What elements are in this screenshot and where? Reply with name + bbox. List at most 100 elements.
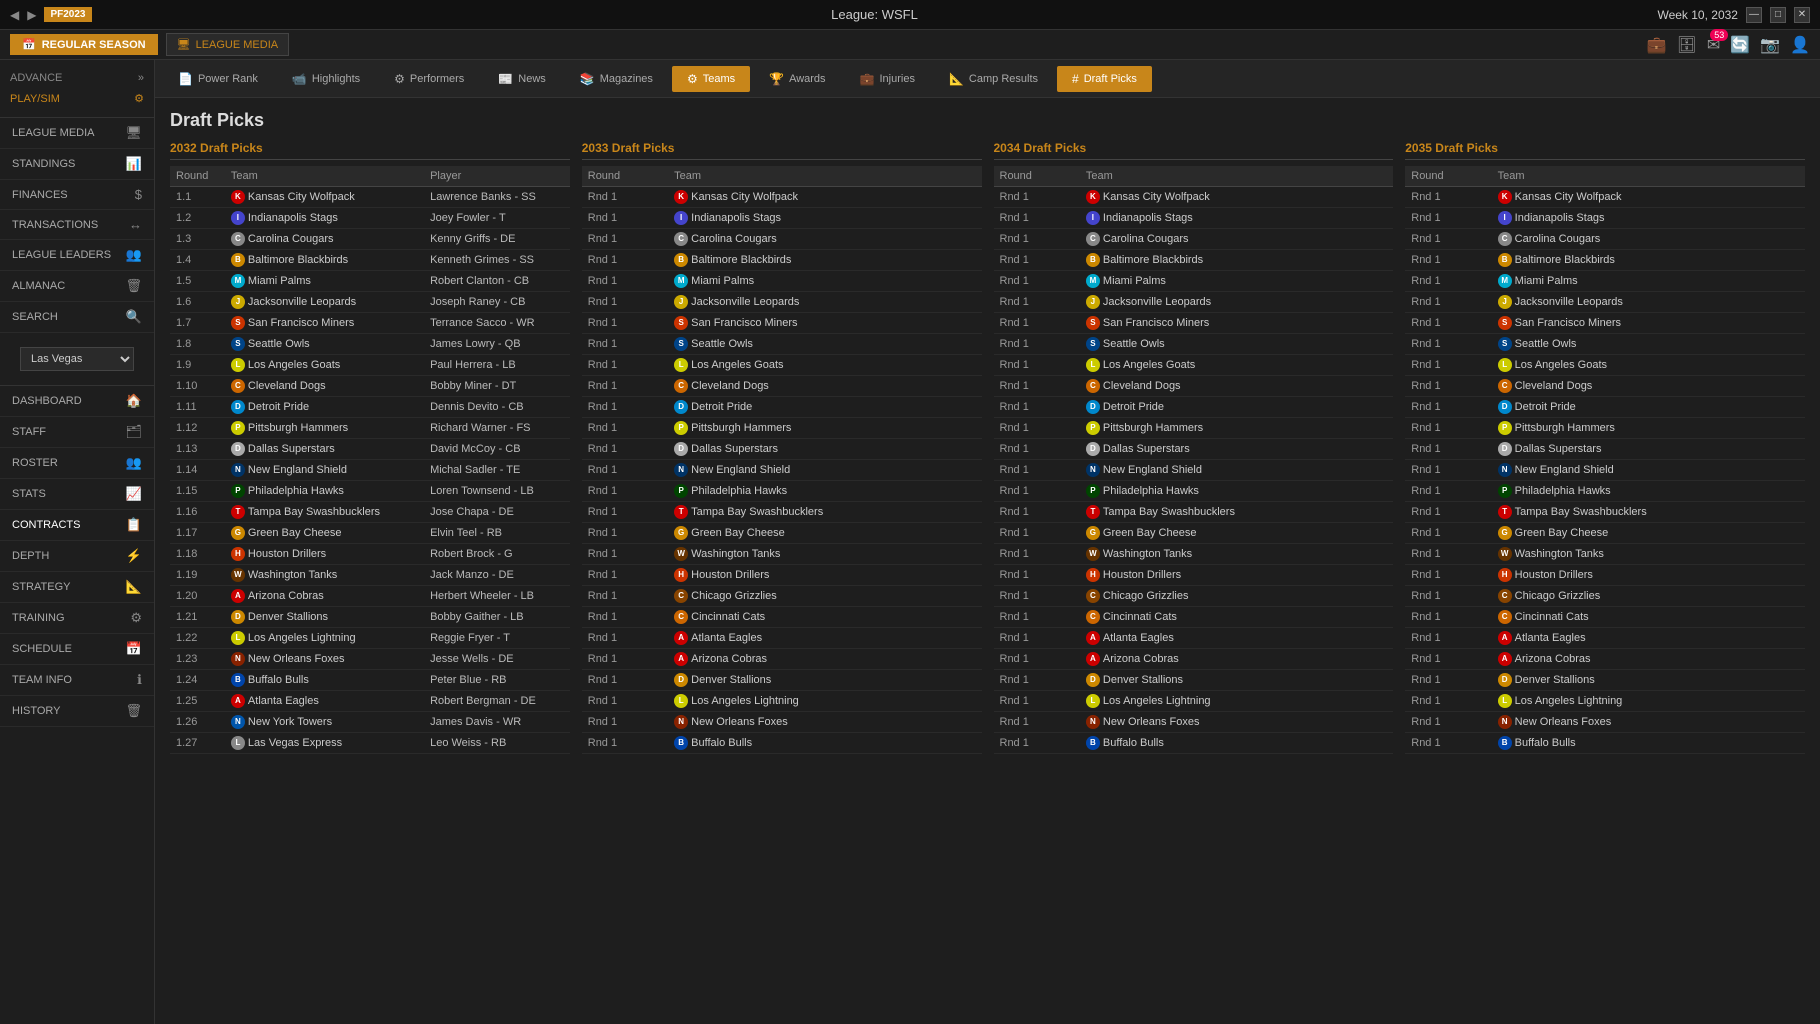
table-row[interactable]: Rnd 1CCincinnati Cats [1405,607,1805,628]
sidebar-item-standings[interactable]: STANDINGS 📊 [0,149,154,180]
tab-injuries[interactable]: 💼 Injuries [845,66,930,92]
table-row[interactable]: Rnd 1AArizona Cobras [1405,649,1805,670]
table-row[interactable]: Rnd 1KKansas City Wolfpack [582,187,982,208]
table-row[interactable]: 1.25AAtlanta EaglesRobert Bergman - DE [170,691,570,712]
table-row[interactable]: Rnd 1TTampa Bay Swashbucklers [1405,502,1805,523]
camera-icon[interactable]: 📷 [1760,35,1780,55]
table-row[interactable]: Rnd 1DDallas Superstars [994,439,1394,460]
table-row[interactable]: Rnd 1CChicago Grizzlies [1405,586,1805,607]
table-row[interactable]: Rnd 1LLos Angeles Goats [582,355,982,376]
table-row[interactable]: Rnd 1DDenver Stallions [994,670,1394,691]
table-row[interactable]: Rnd 1BBuffalo Bulls [1405,733,1805,754]
table-row[interactable]: Rnd 1CChicago Grizzlies [994,586,1394,607]
tab-teams[interactable]: ⚙ Teams [672,66,750,92]
sidebar-item-league-media[interactable]: LEAGUE MEDIA 🖥 [0,118,154,149]
table-row[interactable]: Rnd 1NNew Orleans Foxes [582,712,982,733]
table-row[interactable]: Rnd 1JJacksonville Leopards [1405,292,1805,313]
tab-camp-results[interactable]: 📐 Camp Results [934,66,1053,92]
sidebar-item-finances[interactable]: FINANCES $ [0,180,154,210]
back-icon[interactable]: ◀ [10,8,19,22]
table-row[interactable]: Rnd 1DDallas Superstars [582,439,982,460]
table-row[interactable]: 1.24BBuffalo BullsPeter Blue - RB [170,670,570,691]
table-row[interactable]: 1.16TTampa Bay SwashbucklersJose Chapa -… [170,502,570,523]
table-row[interactable]: Rnd 1AAtlanta Eagles [1405,628,1805,649]
table-row[interactable]: Rnd 1DDetroit Pride [994,397,1394,418]
table-row[interactable]: Rnd 1HHouston Drillers [582,565,982,586]
table-row[interactable]: Rnd 1SSeattle Owls [1405,334,1805,355]
table-row[interactable]: Rnd 1DDenver Stallions [582,670,982,691]
close-button[interactable]: ✕ [1794,7,1810,23]
table-row[interactable]: Rnd 1IIndianapolis Stags [582,208,982,229]
table-row[interactable]: Rnd 1DDenver Stallions [1405,670,1805,691]
advance-button[interactable]: ADVANCE » [10,68,144,88]
tab-performers[interactable]: ⚙ Performers [379,66,479,92]
sidebar-item-training[interactable]: TRAINING ⚙ [0,603,154,634]
table-row[interactable]: Rnd 1BBaltimore Blackbirds [582,250,982,271]
sidebar-item-history[interactable]: HISTORY 🗑 [0,696,154,727]
table-row[interactable]: 1.18HHouston DrillersRobert Brock - G [170,544,570,565]
table-row[interactable]: 1.4BBaltimore BlackbirdsKenneth Grimes -… [170,250,570,271]
sidebar-item-depth[interactable]: DEPTH ⚡ [0,541,154,572]
table-row[interactable]: Rnd 1HHouston Drillers [994,565,1394,586]
table-row[interactable]: Rnd 1CCincinnati Cats [582,607,982,628]
briefcase-icon[interactable]: 💼 [1647,35,1667,55]
table-row[interactable]: 1.21DDenver StallionsBobby Gaither - LB [170,607,570,628]
table-row[interactable]: Rnd 1MMiami Palms [1405,271,1805,292]
table-row[interactable]: Rnd 1IIndianapolis Stags [994,208,1394,229]
sidebar-item-almanac[interactable]: ALMANAC 🗑 [0,271,154,302]
table-row[interactable]: Rnd 1MMiami Palms [994,271,1394,292]
sidebar-item-team-info[interactable]: TEAM INFO ℹ [0,665,154,696]
table-row[interactable]: Rnd 1AArizona Cobras [994,649,1394,670]
playsim-button[interactable]: PLAY/SIM ⚙ [10,88,144,109]
table-row[interactable]: 1.23NNew Orleans FoxesJesse Wells - DE [170,649,570,670]
table-row[interactable]: 1.3CCarolina CougarsKenny Griffs - DE [170,229,570,250]
table-row[interactable]: Rnd 1NNew Orleans Foxes [1405,712,1805,733]
table-row[interactable]: Rnd 1CCleveland Dogs [994,376,1394,397]
table-row[interactable]: Rnd 1LLos Angeles Lightning [582,691,982,712]
sidebar-item-search[interactable]: SEARCH 🔍 [0,302,154,333]
season-button[interactable]: 📅 REGULAR SEASON [10,34,158,55]
tab-highlights[interactable]: 📹 Highlights [277,66,375,92]
table-row[interactable]: Rnd 1NNew England Shield [994,460,1394,481]
table-row[interactable]: 1.9LLos Angeles GoatsPaul Herrera - LB [170,355,570,376]
table-row[interactable]: Rnd 1CChicago Grizzlies [582,586,982,607]
table-row[interactable]: Rnd 1PPhiladelphia Hawks [994,481,1394,502]
table-row[interactable]: Rnd 1LLos Angeles Lightning [1405,691,1805,712]
table-row[interactable]: Rnd 1NNew England Shield [582,460,982,481]
table-row[interactable]: Rnd 1SSeattle Owls [994,334,1394,355]
table-row[interactable]: Rnd 1DDallas Superstars [1405,439,1805,460]
user-icon[interactable]: 👤 [1790,35,1810,55]
table-row[interactable]: 1.15PPhiladelphia HawksLoren Townsend - … [170,481,570,502]
table-row[interactable]: 1.26NNew York TowersJames Davis - WR [170,712,570,733]
table-row[interactable]: Rnd 1BBuffalo Bulls [994,733,1394,754]
table-row[interactable]: 1.27LLas Vegas ExpressLeo Weiss - RB [170,733,570,754]
table-row[interactable]: Rnd 1PPittsburgh Hammers [994,418,1394,439]
table-row[interactable]: 1.8SSeattle OwlsJames Lowry - QB [170,334,570,355]
table-row[interactable]: Rnd 1KKansas City Wolfpack [1405,187,1805,208]
table-row[interactable]: Rnd 1BBuffalo Bulls [582,733,982,754]
sidebar-item-league-leaders[interactable]: LEAGUE LEADERS 👥 [0,240,154,271]
league-media-button[interactable]: 🖥 LEAGUE MEDIA [166,33,290,56]
tab-news[interactable]: 📰 News [483,66,560,92]
table-row[interactable]: 1.11DDetroit PrideDennis Devito - CB [170,397,570,418]
table-row[interactable]: Rnd 1WWashington Tanks [1405,544,1805,565]
table-row[interactable]: Rnd 1TTampa Bay Swashbucklers [994,502,1394,523]
forward-icon[interactable]: ▶ [27,8,36,22]
table-row[interactable]: 1.2IIndianapolis StagsJoey Fowler - T [170,208,570,229]
table-row[interactable]: 1.20AArizona CobrasHerbert Wheeler - LB [170,586,570,607]
sidebar-item-strategy[interactable]: STRATEGY 📐 [0,572,154,603]
table-row[interactable]: Rnd 1DDetroit Pride [582,397,982,418]
table-row[interactable]: Rnd 1TTampa Bay Swashbucklers [582,502,982,523]
table-row[interactable]: 1.6JJacksonville LeopardsJoseph Raney - … [170,292,570,313]
table-row[interactable]: Rnd 1JJacksonville Leopards [994,292,1394,313]
table-row[interactable]: Rnd 1AAtlanta Eagles [582,628,982,649]
table-row[interactable]: Rnd 1SSan Francisco Miners [582,313,982,334]
table-row[interactable]: Rnd 1AArizona Cobras [582,649,982,670]
notification-icon[interactable]: ✉ 53 [1707,35,1720,55]
team-selector[interactable]: Las Vegas [20,347,134,371]
maximize-button[interactable]: □ [1770,7,1786,23]
table-row[interactable]: Rnd 1PPittsburgh Hammers [582,418,982,439]
table-row[interactable]: Rnd 1WWashington Tanks [582,544,982,565]
table-row[interactable]: Rnd 1MMiami Palms [582,271,982,292]
table-row[interactable]: 1.1KKansas City WolfpackLawrence Banks -… [170,187,570,208]
